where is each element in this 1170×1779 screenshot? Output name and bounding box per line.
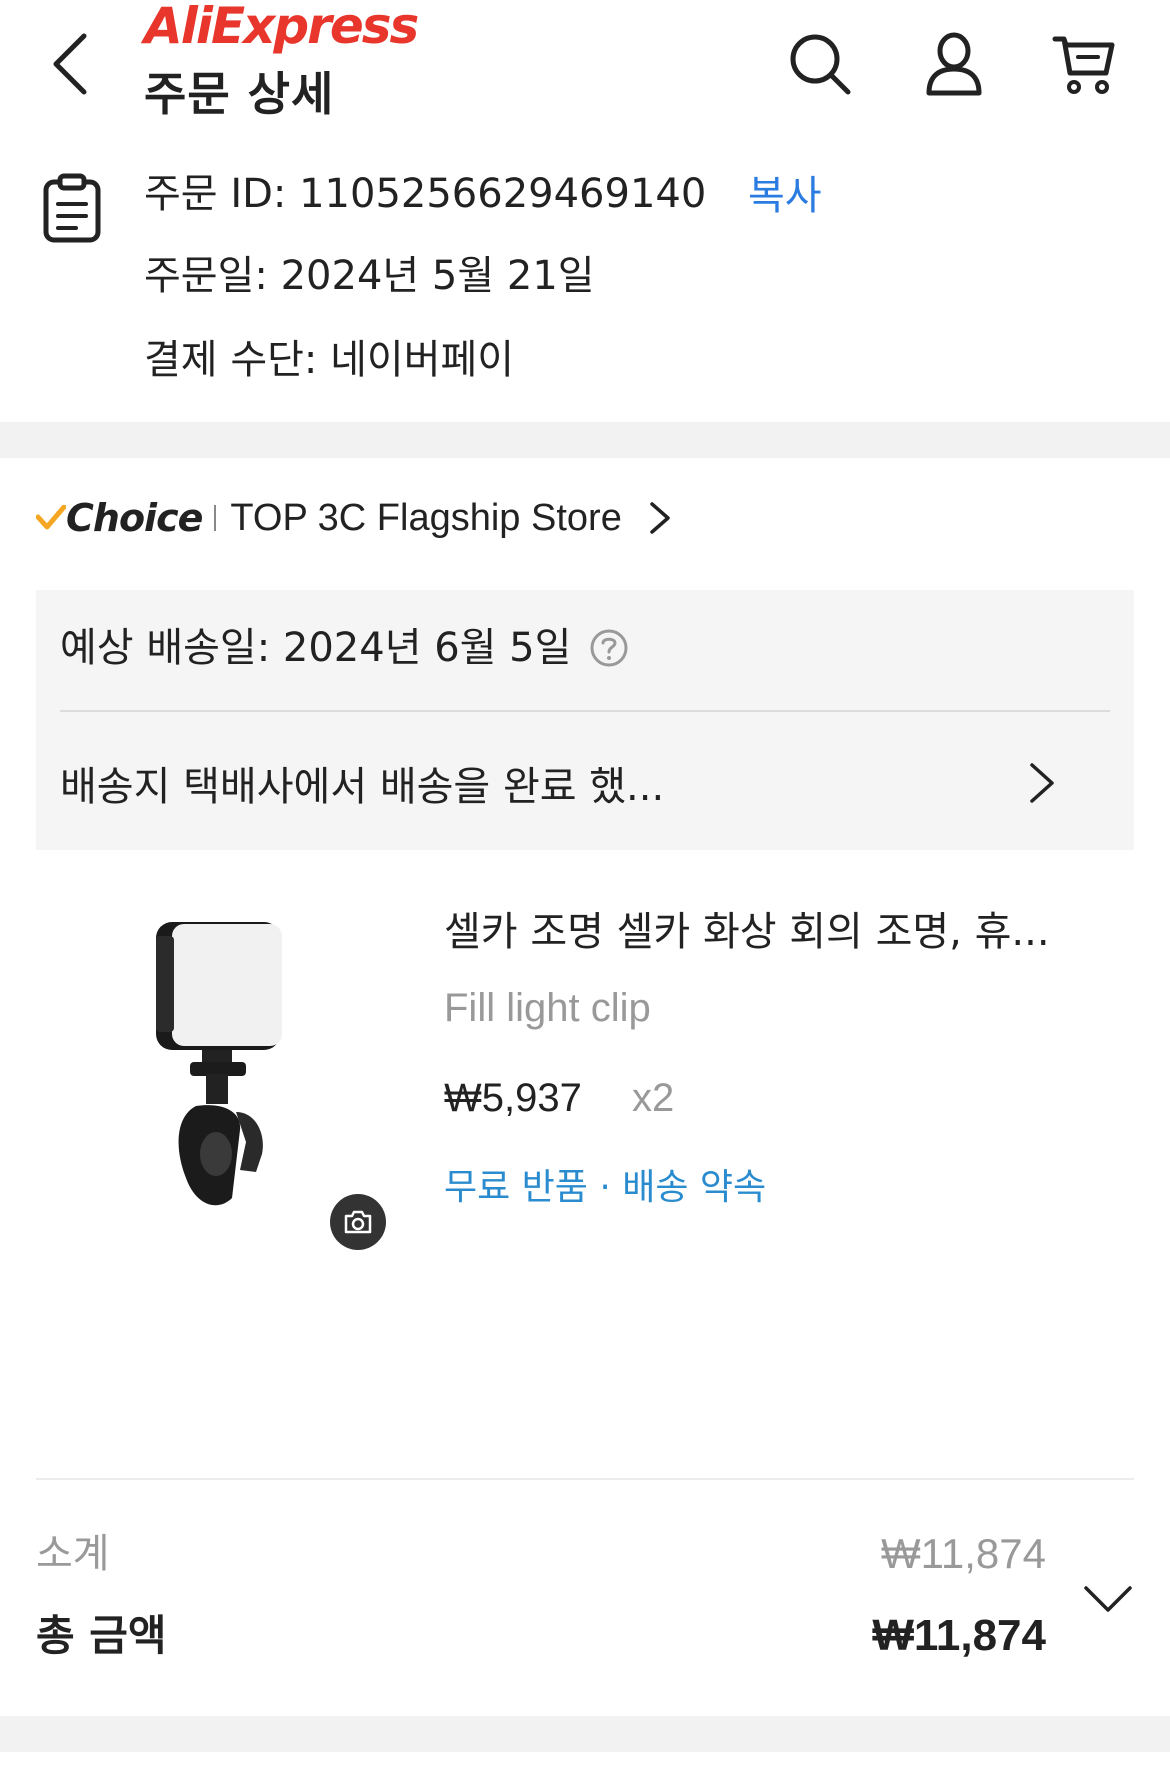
section-divider bbox=[0, 1716, 1170, 1752]
checkmark-icon bbox=[36, 505, 66, 530]
product-title[interactable]: 셀카 조명 셀카 화상 회의 조명, 휴... bbox=[444, 904, 1050, 960]
delivery-box: 예상 배송일: 2024년 6월 5일 배송지 택배사에서 배송을 완료 했..… bbox=[36, 590, 1134, 850]
store-link[interactable]: Choice TOP 3C Flagship Store bbox=[36, 488, 672, 548]
summary-divider bbox=[36, 1478, 1134, 1480]
product-variant: Fill light clip bbox=[444, 986, 651, 1030]
free-return-promise[interactable]: 무료 반품 · 배송 약속 bbox=[444, 1162, 766, 1214]
choice-badge: Choice bbox=[36, 496, 203, 540]
help-icon[interactable] bbox=[589, 628, 629, 668]
page-title: 주문 상세 bbox=[144, 67, 335, 121]
clipboard-icon bbox=[43, 173, 101, 243]
account-button[interactable] bbox=[918, 28, 990, 100]
subtotal-value: ₩11,874 bbox=[881, 1530, 1046, 1577]
camera-button[interactable] bbox=[330, 1194, 386, 1250]
logo-text: AliExpress bbox=[144, 0, 419, 55]
product-quantity: x2 bbox=[632, 1076, 675, 1120]
subtotal-label: 소계 bbox=[36, 1531, 110, 1577]
store-separator bbox=[214, 505, 217, 531]
tracking-status: 배송지 택배사에서 배송을 완료 했... bbox=[60, 764, 665, 810]
cart-button[interactable] bbox=[1048, 28, 1120, 100]
chevron-right-icon bbox=[650, 502, 670, 534]
order-date: 주문일: 2024년 5월 21일 bbox=[144, 253, 595, 299]
product-item[interactable]: 셀카 조명 셀카 화상 회의 조명, 휴... Fill light clip … bbox=[36, 880, 1134, 1280]
product-image[interactable] bbox=[106, 916, 366, 1246]
order-info: 주문 ID: 1105256629469140 복사 주문일: 2024년 5월… bbox=[0, 150, 1170, 422]
search-icon bbox=[790, 34, 851, 95]
search-button[interactable] bbox=[784, 28, 856, 100]
estimated-delivery: 예상 배송일: 2024년 6월 5일 bbox=[60, 620, 629, 676]
camera-icon bbox=[344, 1210, 372, 1234]
aliexpress-logo: AliExpress bbox=[144, 0, 419, 56]
chevron-down-icon bbox=[1084, 1586, 1132, 1612]
total-value: ₩11,874 bbox=[872, 1611, 1046, 1660]
copy-order-id-button[interactable]: 복사 bbox=[748, 168, 822, 224]
section-divider bbox=[0, 422, 1170, 458]
store-name: TOP 3C Flagship Store bbox=[230, 496, 622, 539]
choice-label: Choice bbox=[66, 496, 203, 540]
product-price: ₩5,937 bbox=[444, 1076, 582, 1120]
user-icon bbox=[926, 32, 982, 96]
eta-text: 예상 배송일: 2024년 6월 5일 bbox=[60, 625, 572, 671]
chevron-left-icon bbox=[53, 33, 87, 95]
cart-icon bbox=[1052, 36, 1115, 94]
expand-summary-button[interactable] bbox=[1080, 1574, 1136, 1624]
order-id: 주문 ID: 1105256629469140 bbox=[144, 171, 707, 217]
tracking-status-row[interactable]: 배송지 택배사에서 배송을 완료 했... bbox=[60, 718, 1110, 848]
back-button[interactable] bbox=[40, 28, 100, 100]
total-label: 총 금액 bbox=[36, 1611, 167, 1660]
chevron-right-icon bbox=[1030, 763, 1054, 803]
payment-method: 결제 수단: 네이버페이 bbox=[144, 337, 515, 383]
delivery-divider bbox=[60, 710, 1110, 712]
header: AliExpress 주문 상세 bbox=[0, 0, 1170, 150]
